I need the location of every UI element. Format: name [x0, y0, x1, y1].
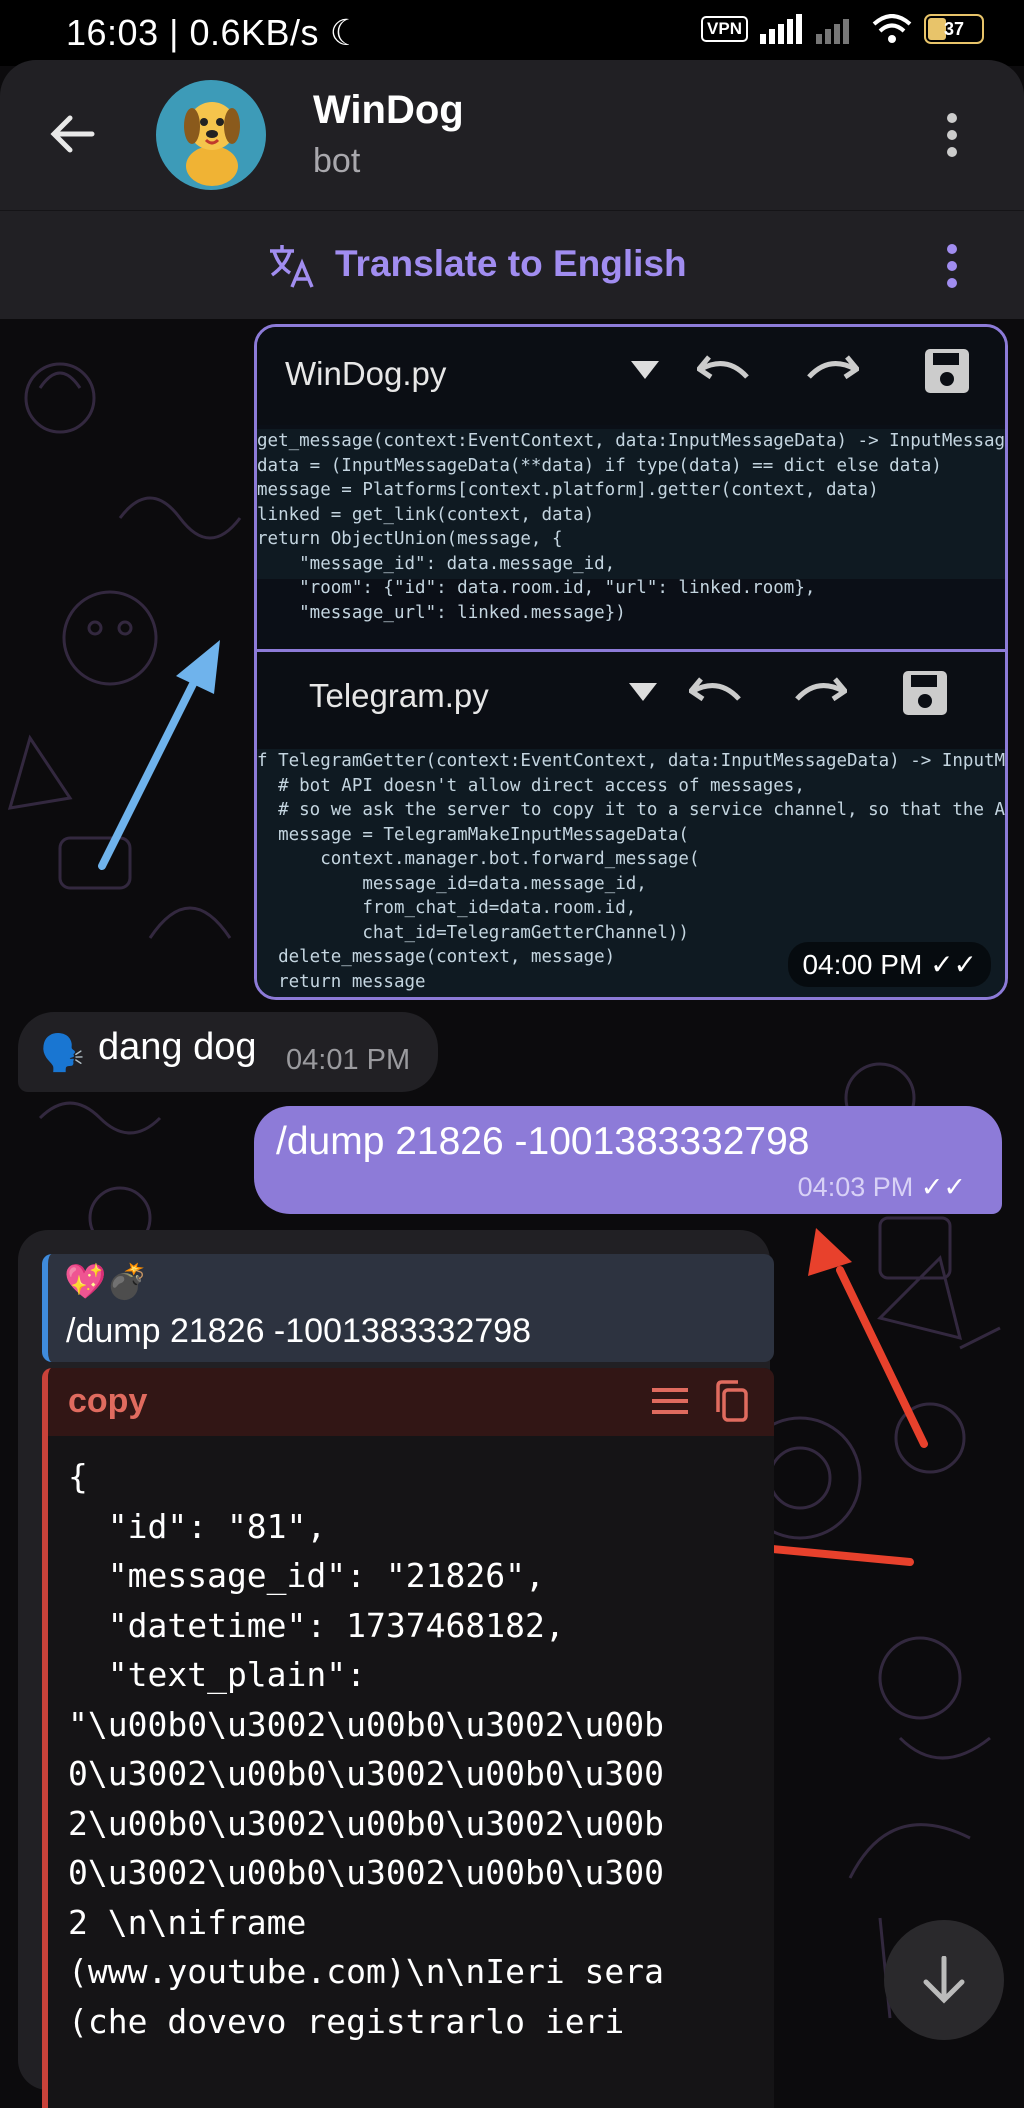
json-line: 2\u00b0\u3002\u00b0\u3002\u00b	[68, 1803, 665, 1843]
pane-divider	[257, 649, 1005, 652]
signal-weak-icon	[816, 19, 849, 44]
outgoing-message[interactable]: /dump 21826 -1001383332798 04:03 PM ✓✓	[254, 1106, 1002, 1214]
code-line: message = Platforms[context.platform].ge…	[257, 480, 879, 500]
double-check-icon: ✓✓	[930, 949, 977, 980]
code-line: "message_id": data.message_id,	[257, 553, 616, 574]
message-text: dang dog	[98, 1026, 257, 1068]
status-time: 16:03 | 0.6KB/s ☾	[66, 12, 362, 54]
editor-pane-header-1: WinDog.py	[257, 327, 1005, 425]
chat-header: WinDog bot	[0, 60, 1024, 210]
json-line: 0\u3002\u00b0\u3002\u00b0\u300	[68, 1853, 665, 1892]
code-line: return ObjectUnion(message, {	[257, 529, 563, 549]
json-line: (che dovevo registrarlo ieri	[68, 2001, 625, 2041]
status-separator: |	[169, 12, 190, 53]
network-speed: 0.6KB/s	[189, 12, 320, 53]
json-line: {	[68, 1457, 88, 1496]
wifi-icon	[872, 14, 912, 43]
time-label: 04:00 PM	[802, 949, 923, 980]
undo-icon	[697, 355, 749, 380]
code-line: data = (InputMessageData(**data) if type…	[257, 455, 942, 476]
json-line: "\u00b0\u3002\u00b0\u3002\u00b	[68, 1704, 665, 1744]
file-tab-telegram: Telegram.py	[309, 677, 489, 714]
message-text: /dump 21826 -1001383332798	[276, 1120, 810, 1163]
message-time: 04:01 PM	[286, 1044, 411, 1076]
time-label: 04:03 PM	[797, 1172, 914, 1202]
chat-title[interactable]: WinDog	[313, 88, 464, 133]
arrow-down-icon	[923, 1956, 965, 2004]
status-bar: 16:03 | 0.6KB/s ☾ VPN 37	[0, 0, 1024, 66]
code-block-header: copy	[48, 1368, 774, 1436]
quote-emojis: 💖💣	[64, 1263, 149, 1301]
scroll-down-button[interactable]	[884, 1920, 1004, 2040]
json-line: "datetime": 1737468182,	[68, 1605, 565, 1645]
clock: 16:03	[66, 12, 159, 53]
screenshot-message[interactable]: WinDog.py get_message(context:EventConte…	[254, 324, 1008, 1000]
signal-icon	[760, 14, 802, 44]
code-line: "room": {"id": data.room.id, "url": link…	[257, 578, 816, 598]
more-vert-icon[interactable]	[944, 112, 960, 158]
translate-icon	[270, 245, 314, 288]
redo-icon	[795, 677, 847, 702]
status-indicators: VPN 37	[701, 14, 984, 44]
code-pane-1: get_message(context:EventContext, data:I…	[257, 429, 1006, 623]
avatar[interactable]	[156, 80, 266, 190]
code-line: from_chat_id=data.room.id,	[257, 898, 637, 918]
file-tab-windog: WinDog.py	[285, 355, 447, 392]
json-line: "id": "81",	[68, 1506, 327, 1546]
code-line: f TelegramGetter(context:EventContext, d…	[257, 751, 1008, 771]
dropdown-triangle-icon	[629, 683, 657, 701]
json-dump: { "id": "81", "message_id": "21826", "da…	[68, 1452, 664, 2046]
editor-pane-header-2: Telegram.py	[257, 653, 1005, 751]
speaking-head-emoji: 🗣️	[40, 1032, 85, 1073]
copy-label[interactable]: copy	[68, 1382, 147, 1421]
code-line: message = TelegramMakeInputMessageData(	[257, 824, 689, 845]
wrap-lines-icon[interactable]	[652, 1386, 688, 1416]
copy-icon[interactable]	[714, 1380, 748, 1422]
code-line: context.manager.bot.forward_message(	[257, 849, 700, 869]
code-line: message_id=data.message_id,	[257, 873, 647, 894]
quote-text: /dump 21826 -1001383332798	[66, 1312, 532, 1350]
save-icon	[903, 671, 947, 715]
code-line: "message_url": linked.message})	[257, 602, 626, 623]
code-block: copy { "id": "81", "message_id": "21826"…	[42, 1368, 774, 2108]
code-line: # so we ask the server to copy it to a s…	[257, 800, 1008, 820]
code-line: get_message(context:EventContext, data:I…	[257, 431, 1006, 451]
bot-reply-message[interactable]: 💖💣 /dump 21826 -1001383332798 copy { "id…	[18, 1230, 774, 2108]
code-line: # bot API doesn't allow direct access of…	[257, 775, 805, 796]
chat-subtitle: bot	[313, 142, 361, 180]
json-line: "message_id": "21826",	[68, 1556, 545, 1595]
translate-label[interactable]: Translate to English	[335, 243, 687, 285]
double-check-icon: ✓✓	[920, 1172, 966, 1202]
battery-icon: 37	[924, 14, 984, 44]
json-line: "text_plain":	[68, 1655, 367, 1694]
redo-icon	[807, 355, 859, 380]
translate-bar[interactable]: Translate to English	[0, 210, 1024, 319]
dropdown-triangle-icon	[631, 361, 659, 379]
json-line: 0\u3002\u00b0\u3002\u00b0\u300	[68, 1754, 665, 1793]
reply-quote[interactable]: 💖💣 /dump 21826 -1001383332798	[42, 1254, 774, 1362]
incoming-message[interactable]: 🗣️ dang dog 04:01 PM	[18, 1012, 438, 1092]
save-icon	[925, 349, 969, 393]
json-line: (www.youtube.com)\n\nIeri sera	[68, 1952, 665, 1991]
translate-menu-icon[interactable]	[944, 243, 960, 289]
back-arrow-icon[interactable]	[48, 114, 96, 154]
undo-icon	[689, 677, 741, 702]
vpn-badge: VPN	[701, 16, 748, 42]
moon-icon: ☾	[329, 12, 363, 53]
message-time: 04:00 PM ✓✓	[788, 942, 991, 987]
code-line: linked = get_link(context, data)	[257, 504, 595, 525]
json-line: 2 \n\niframe	[68, 1902, 307, 1942]
battery-level: 37	[943, 19, 965, 39]
message-time: 04:03 PM ✓✓	[798, 1172, 966, 1203]
